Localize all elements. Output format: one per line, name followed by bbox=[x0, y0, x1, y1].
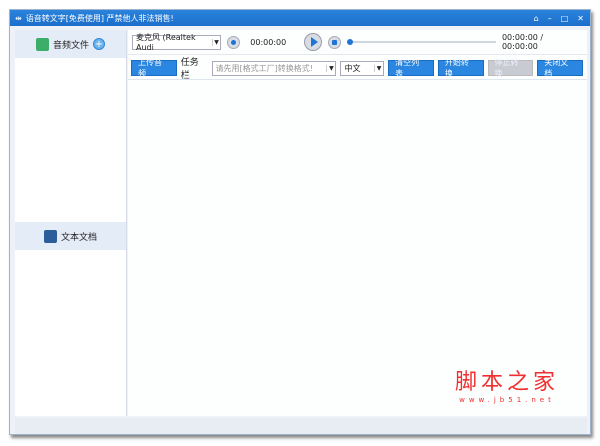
task-placeholder: 请先用[格式工厂]转换格式! bbox=[215, 63, 313, 73]
app-icon: ⇹ bbox=[15, 13, 22, 23]
sidebar: 音频文件 + 文本文档 bbox=[15, 30, 127, 416]
play-button[interactable] bbox=[304, 33, 323, 51]
maximize-button[interactable]: □ bbox=[561, 14, 569, 23]
add-icon[interactable]: + bbox=[93, 38, 105, 50]
chevron-down-icon: ▼ bbox=[326, 64, 335, 72]
device-select[interactable]: 麦克风 (Realtek Audi ▼ bbox=[132, 33, 222, 52]
language-value: 中文 bbox=[344, 63, 361, 73]
title-bar: ⇹ 语音转文字[免费使用] 严禁他人非法销售! ⌂ – □ ✕ bbox=[10, 10, 590, 26]
main-panel: 麦克风 (Realtek Audi ▼ 00:00:00 00:00:00 / 0… bbox=[128, 30, 587, 416]
clear-list-button[interactable]: 清空列表 bbox=[388, 58, 434, 78]
task-label: 任务栏 bbox=[180, 58, 199, 81]
window-title: 语音转文字[免费使用] 严禁他人非法销售! bbox=[25, 13, 174, 23]
home-icon[interactable]: ⌂ bbox=[534, 14, 539, 23]
start-convert-button[interactable]: 开始转换 bbox=[437, 58, 484, 78]
upload-audio-button[interactable]: 上传音频 bbox=[131, 58, 177, 78]
language-select[interactable]: 中文 ▼ bbox=[340, 60, 385, 76]
app-window: ⇹ 语音转文字[免费使用] 严禁他人非法销售! ⌂ – □ ✕ 音频文件 + 文… bbox=[9, 9, 591, 435]
device-value: 麦克风 (Realtek Audi bbox=[136, 33, 196, 52]
close-button[interactable]: ✕ bbox=[577, 14, 584, 23]
watermark-text: 脚本之家 bbox=[454, 370, 559, 395]
document-icon bbox=[43, 229, 57, 243]
player-bar: 麦克风 (Realtek Audi ▼ 00:00:00 00:00:00 / 0… bbox=[128, 30, 587, 55]
sidebar-item-text-docs[interactable]: 文本文档 bbox=[15, 222, 126, 250]
chevron-down-icon: ▼ bbox=[374, 64, 383, 72]
audio-file-icon bbox=[35, 37, 49, 51]
sidebar-item-label: 音频文件 bbox=[52, 40, 89, 51]
minimize-button[interactable]: – bbox=[548, 14, 552, 23]
close-document-button[interactable]: 关闭文档 bbox=[537, 58, 583, 78]
task-select[interactable]: 请先用[格式工厂]转换格式! ▼ bbox=[211, 60, 337, 76]
stop-convert-button[interactable]: 停止转换 bbox=[487, 58, 534, 78]
stop-button[interactable] bbox=[328, 35, 342, 49]
sidebar-item-audio-files[interactable]: 音频文件 + bbox=[15, 30, 126, 58]
record-time: 00:00:00 bbox=[250, 37, 287, 47]
task-toolbar: 上传音频 任务栏 请先用[格式工厂]转换格式! ▼ 中文 ▼ 清空列表 开始转换 停… bbox=[128, 57, 587, 81]
chevron-down-icon: ▼ bbox=[211, 38, 221, 46]
progress-slider[interactable] bbox=[347, 39, 496, 45]
sidebar-item-label: 文本文档 bbox=[60, 232, 97, 243]
watermark-url: www.jb51.net bbox=[459, 396, 555, 404]
watermark: 脚本之家 www.jb51.net bbox=[455, 364, 559, 404]
task-list-area: 脚本之家 www.jb51.net bbox=[128, 79, 587, 416]
record-button[interactable] bbox=[227, 35, 241, 49]
status-bar bbox=[15, 418, 587, 434]
play-time: 00:00:00 / 00:00:00 bbox=[501, 33, 544, 51]
